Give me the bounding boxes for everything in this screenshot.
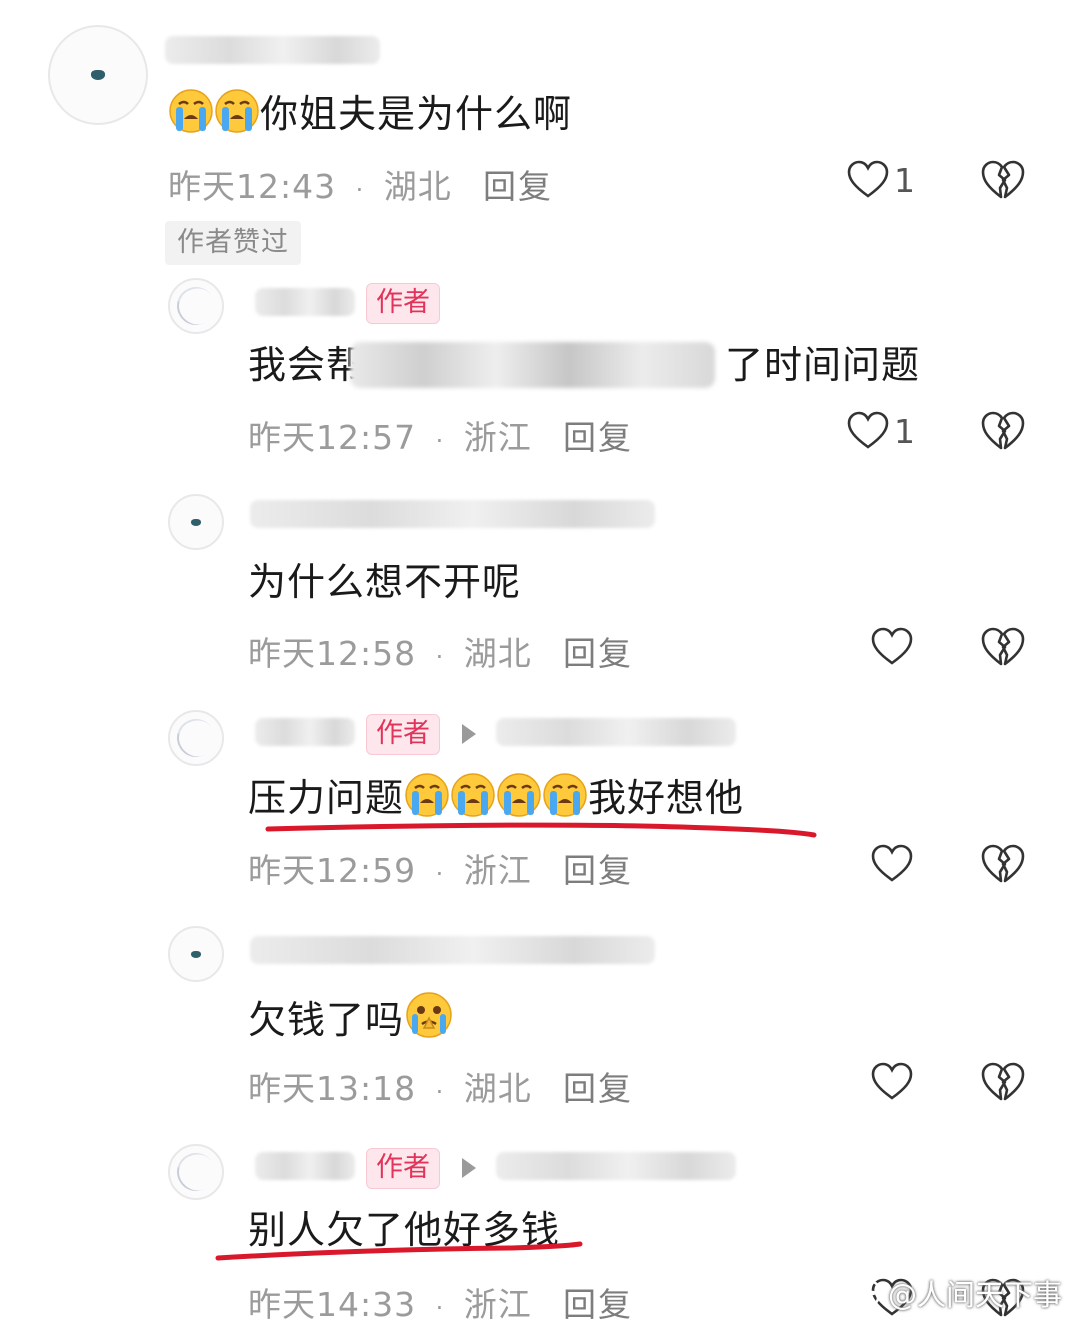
like-count: 1 [894,411,915,451]
comment-text-content: 欠钱了吗 [248,998,405,1042]
author-badge: 作者 [366,283,440,324]
reply-button[interactable]: 回复 [563,1062,633,1110]
like-button[interactable] [870,625,914,669]
red-underline-annotation [215,1241,583,1261]
red-underline-annotation [265,822,817,838]
blurred-username[interactable] [255,1152,355,1180]
separator: · [435,860,445,888]
watermark-text: @人间天下事 [887,1278,1062,1312]
avatar-image [191,518,201,526]
heart-outline-icon [871,627,913,665]
loudly-crying-emoji [168,88,214,146]
heart-outline-icon [871,844,913,882]
broken-heart-icon [981,627,1025,666]
avatar-image [170,1146,222,1198]
avatar-image [91,70,105,80]
reply-button[interactable]: 回复 [563,1278,633,1326]
dislike-button[interactable] [980,625,1026,673]
broken-heart-icon [981,1062,1025,1101]
heart-outline-icon [871,1062,913,1100]
like-button[interactable] [870,1060,914,1104]
hopeful-pleading-emoji [404,990,454,1052]
blurred-text [350,342,715,388]
avatar-image [170,280,222,332]
comment-text: 你姐夫是为什么啊 [168,88,572,146]
dislike-button[interactable] [980,1060,1026,1108]
ip-region: 湖北 [383,167,452,206]
blurred-username[interactable] [250,500,655,528]
ip-region: 湖北 [463,1069,532,1108]
blurred-reply-target[interactable] [496,718,736,746]
reply-button[interactable]: 回复 [563,411,633,459]
dislike-button[interactable] [980,409,1026,457]
dislike-button[interactable] [980,842,1026,890]
watermark-logo-icon [854,1280,880,1306]
comment-meta: 昨天13:18 · 湖北 [248,1062,532,1110]
watermark: @人间天下事 [852,1272,1062,1314]
ip-region: 浙江 [463,1285,532,1324]
like-count: 1 [894,160,915,200]
separator: · [435,643,445,671]
heart-outline-icon [847,411,889,449]
comment-text-content: 了时间问题 [725,343,921,387]
reply-button[interactable]: 回复 [563,627,633,675]
blurred-username[interactable] [255,288,355,316]
broken-heart-icon [981,411,1025,450]
comment-text-prefix: 我会帮 [248,343,366,387]
timestamp: 昨天12:43 [168,167,337,206]
timestamp: 昨天12:57 [248,418,417,457]
reply-arrow-icon [462,724,476,744]
avatar-image [191,950,201,958]
blurred-username[interactable] [255,718,355,746]
author-badge: 作者 [366,714,440,755]
comment-text: 欠钱了吗 [248,990,454,1052]
separator: · [435,1078,445,1106]
like-button[interactable]: 1 [846,409,915,453]
comment-text: 为什么想不开呢 [248,560,522,604]
blurred-username[interactable] [250,936,655,964]
ip-region: 浙江 [463,851,532,890]
timestamp: 昨天14:33 [248,1285,417,1324]
like-button[interactable]: 1 [846,158,915,202]
blurred-reply-target[interactable] [496,1152,736,1180]
ip-region: 浙江 [463,418,532,457]
avatar[interactable] [48,25,148,125]
comment-meta: 昨天12:43 · 湖北 [168,160,452,208]
blurred-username[interactable] [165,36,380,64]
separator: · [435,1294,445,1322]
reply-arrow-icon [462,1158,476,1178]
loudly-crying-emoji [214,88,260,146]
reply-button[interactable]: 回复 [483,160,553,208]
reply-button[interactable]: 回复 [563,844,633,892]
avatar[interactable] [168,494,224,550]
avatar[interactable] [168,926,224,982]
avatar[interactable] [168,1144,224,1200]
comment-meta: 昨天14:33 · 浙江 [248,1278,532,1326]
ip-region: 湖北 [463,634,532,673]
dislike-button[interactable] [980,158,1026,206]
timestamp: 昨天12:59 [248,851,417,890]
broken-heart-icon [981,160,1025,199]
comment-meta: 昨天12:57 · 浙江 [248,411,532,459]
like-button[interactable] [870,842,914,886]
comment-text-content: 你姐夫是为什么啊 [260,92,573,136]
comment-meta: 昨天12:59 · 浙江 [248,844,532,892]
avatar-image [170,712,222,764]
separator: · [435,427,445,455]
broken-heart-icon [981,844,1025,883]
timestamp: 昨天12:58 [248,634,417,673]
author-badge: 作者 [366,1148,440,1189]
avatar[interactable] [168,278,224,334]
comment-meta: 昨天12:58 · 湖北 [248,627,532,675]
separator: · [355,176,365,204]
author-liked-tag: 作者赞过 [165,221,301,265]
heart-outline-icon [847,160,889,198]
timestamp: 昨天13:18 [248,1069,417,1108]
avatar[interactable] [168,710,224,766]
